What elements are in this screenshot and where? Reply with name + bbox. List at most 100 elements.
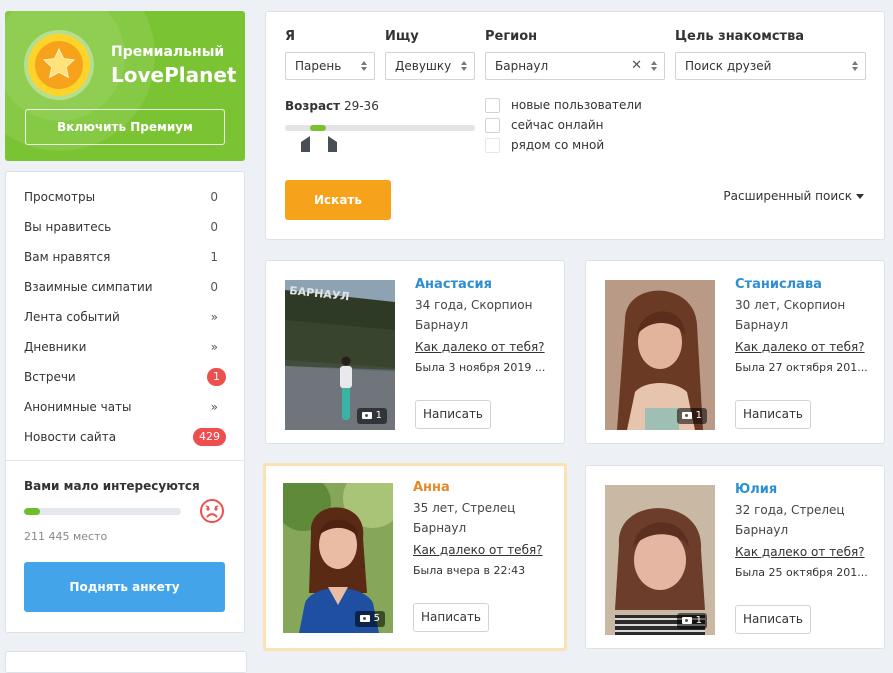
profile-name[interactable]: Анна [413,480,450,495]
select-value: Поиск друзей [685,59,772,73]
stat-liked-you[interactable]: Вы нравитесь 0 [24,217,226,237]
stat-label: Просмотры [24,190,96,204]
clear-icon[interactable]: ✕ [631,53,642,79]
photo-count-value: 5 [373,613,380,624]
stat-label: Взаимные симпатии [24,280,153,294]
progress-fill [24,508,40,515]
updown-arrow-icon [461,61,467,71]
select-seeking[interactable]: Девушку [385,52,475,80]
divider [6,460,244,461]
profile-age: 35 лет, Стрелец [413,501,516,515]
advanced-search-link[interactable]: Расширенный поиск [723,189,864,203]
profile-city: Барнаул [735,523,789,537]
select-goal[interactable]: Поиск друзей [675,52,866,80]
rank-place: 211 445 место [24,530,108,543]
stat-diaries[interactable]: Дневники » [24,337,226,357]
checkbox-label: рядом со мной [511,138,605,152]
premium-title: Премиальный [111,44,225,60]
star-icon [28,34,90,96]
age-slider[interactable] [285,125,475,131]
stat-mutual[interactable]: Взаимные симпатии 0 [24,277,226,297]
checkbox-label: новые пользователи [511,98,642,112]
photo-count: 1 [676,613,707,629]
camera-icon [681,616,692,624]
checkbox-online[interactable] [485,118,500,133]
profile-photo[interactable]: 1 [605,485,715,635]
profile-photo[interactable]: 5 [283,483,393,633]
profile-age: 32 года, Стрелец [735,503,845,517]
write-button[interactable]: Написать [735,400,811,429]
checkbox-new-users[interactable] [485,98,500,113]
distance-link[interactable]: Как далеко от тебя? [735,340,865,354]
select-region[interactable]: Барнаул ✕ [485,52,665,80]
stat-label: Вам нравятся [24,250,111,264]
profile-card: БАРНАУЛ 1 Анастасия 34 года, Скорпион Ба… [265,260,565,444]
stat-label: Анонимные чаты [24,400,132,414]
select-value: Парень [295,59,342,73]
photo-count-value: 1 [375,410,382,421]
label-goal: Цель знакомства [675,29,805,44]
distance-link[interactable]: Как далеко от тебя? [413,543,543,557]
stat-views[interactable]: Просмотры 0 [24,187,226,207]
search-panel: Я Ищу Регион Цель знакомства Парень Деву… [265,11,885,240]
chevron-right-icon: » [210,340,218,354]
chevron-right-icon: » [210,310,218,324]
stat-label: Лента событий [24,310,120,324]
stat-label: Дневники [24,340,87,354]
distance-link[interactable]: Как далеко от тебя? [415,340,545,354]
interest-progress [24,508,181,515]
age-range-fill [310,125,326,131]
profile-name[interactable]: Анастасия [415,277,492,292]
checkbox-nearby[interactable] [485,138,500,153]
stat-feed[interactable]: Лента событий » [24,307,226,327]
profile-name[interactable]: Станислава [735,277,822,292]
write-button[interactable]: Написать [735,605,811,634]
stat-news[interactable]: Новости сайта 429 [24,427,226,447]
select-value: Барнаул [495,59,549,73]
profile-card: 1 Станислава 30 лет, Скорпион Барнаул Ка… [585,260,885,444]
next-panel [5,651,247,673]
distance-link[interactable]: Как далеко от тебя? [735,545,865,559]
profile-city: Барнаул [415,318,469,332]
stat-anon-chats[interactable]: Анонимные чаты » [24,397,226,417]
enable-premium-button[interactable]: Включить Премиум [25,109,225,145]
camera-icon [361,411,372,419]
profile-city: Барнаул [735,318,789,332]
label-me: Я [285,29,296,44]
last-seen: Была 27 октября 201... [735,361,868,374]
chevron-right-icon: » [210,400,218,414]
write-button[interactable]: Написать [415,400,491,429]
camera-icon [359,614,370,622]
photo-count-value: 1 [695,410,702,421]
write-button[interactable]: Написать [413,603,489,632]
age-min-handle[interactable] [301,136,310,152]
age-value: 29-36 [343,99,379,113]
checkbox-label: сейчас онлайн [511,118,604,132]
profile-photo[interactable]: БАРНАУЛ 1 [285,280,395,430]
stat-you-like[interactable]: Вам нравятся 1 [24,247,226,267]
select-value: Девушку [395,59,452,73]
raise-profile-button[interactable]: Поднять анкету [24,562,225,612]
stat-label: Новости сайта [24,430,117,444]
label-seeking: Ищу [385,29,419,44]
interest-title: Вами мало интересуются [24,479,200,493]
last-seen: Была 25 октября 201... [735,566,868,579]
profile-card: 1 Юлия 32 года, Стрелец Барнаул Как дале… [585,465,885,649]
stat-value: 1 [210,250,218,264]
updown-arrow-icon [361,61,367,71]
age-label: Возраст 29-36 [285,99,379,113]
search-button[interactable]: Искать [285,180,391,220]
stat-value: 0 [210,220,218,234]
profile-name[interactable]: Юлия [735,482,777,497]
stat-value: 0 [210,280,218,294]
stat-value: 0 [210,190,218,204]
age-title: Возраст [285,99,341,113]
profile-photo[interactable]: 1 [605,280,715,430]
photo-count: 5 [354,611,385,627]
age-max-handle[interactable] [328,136,337,152]
advanced-label: Расширенный поиск [723,189,852,203]
updown-arrow-icon [852,61,858,71]
stat-meetings[interactable]: Встречи 1 [24,367,226,387]
select-me[interactable]: Парень [285,52,375,80]
profile-age: 30 лет, Скорпион [735,298,846,312]
